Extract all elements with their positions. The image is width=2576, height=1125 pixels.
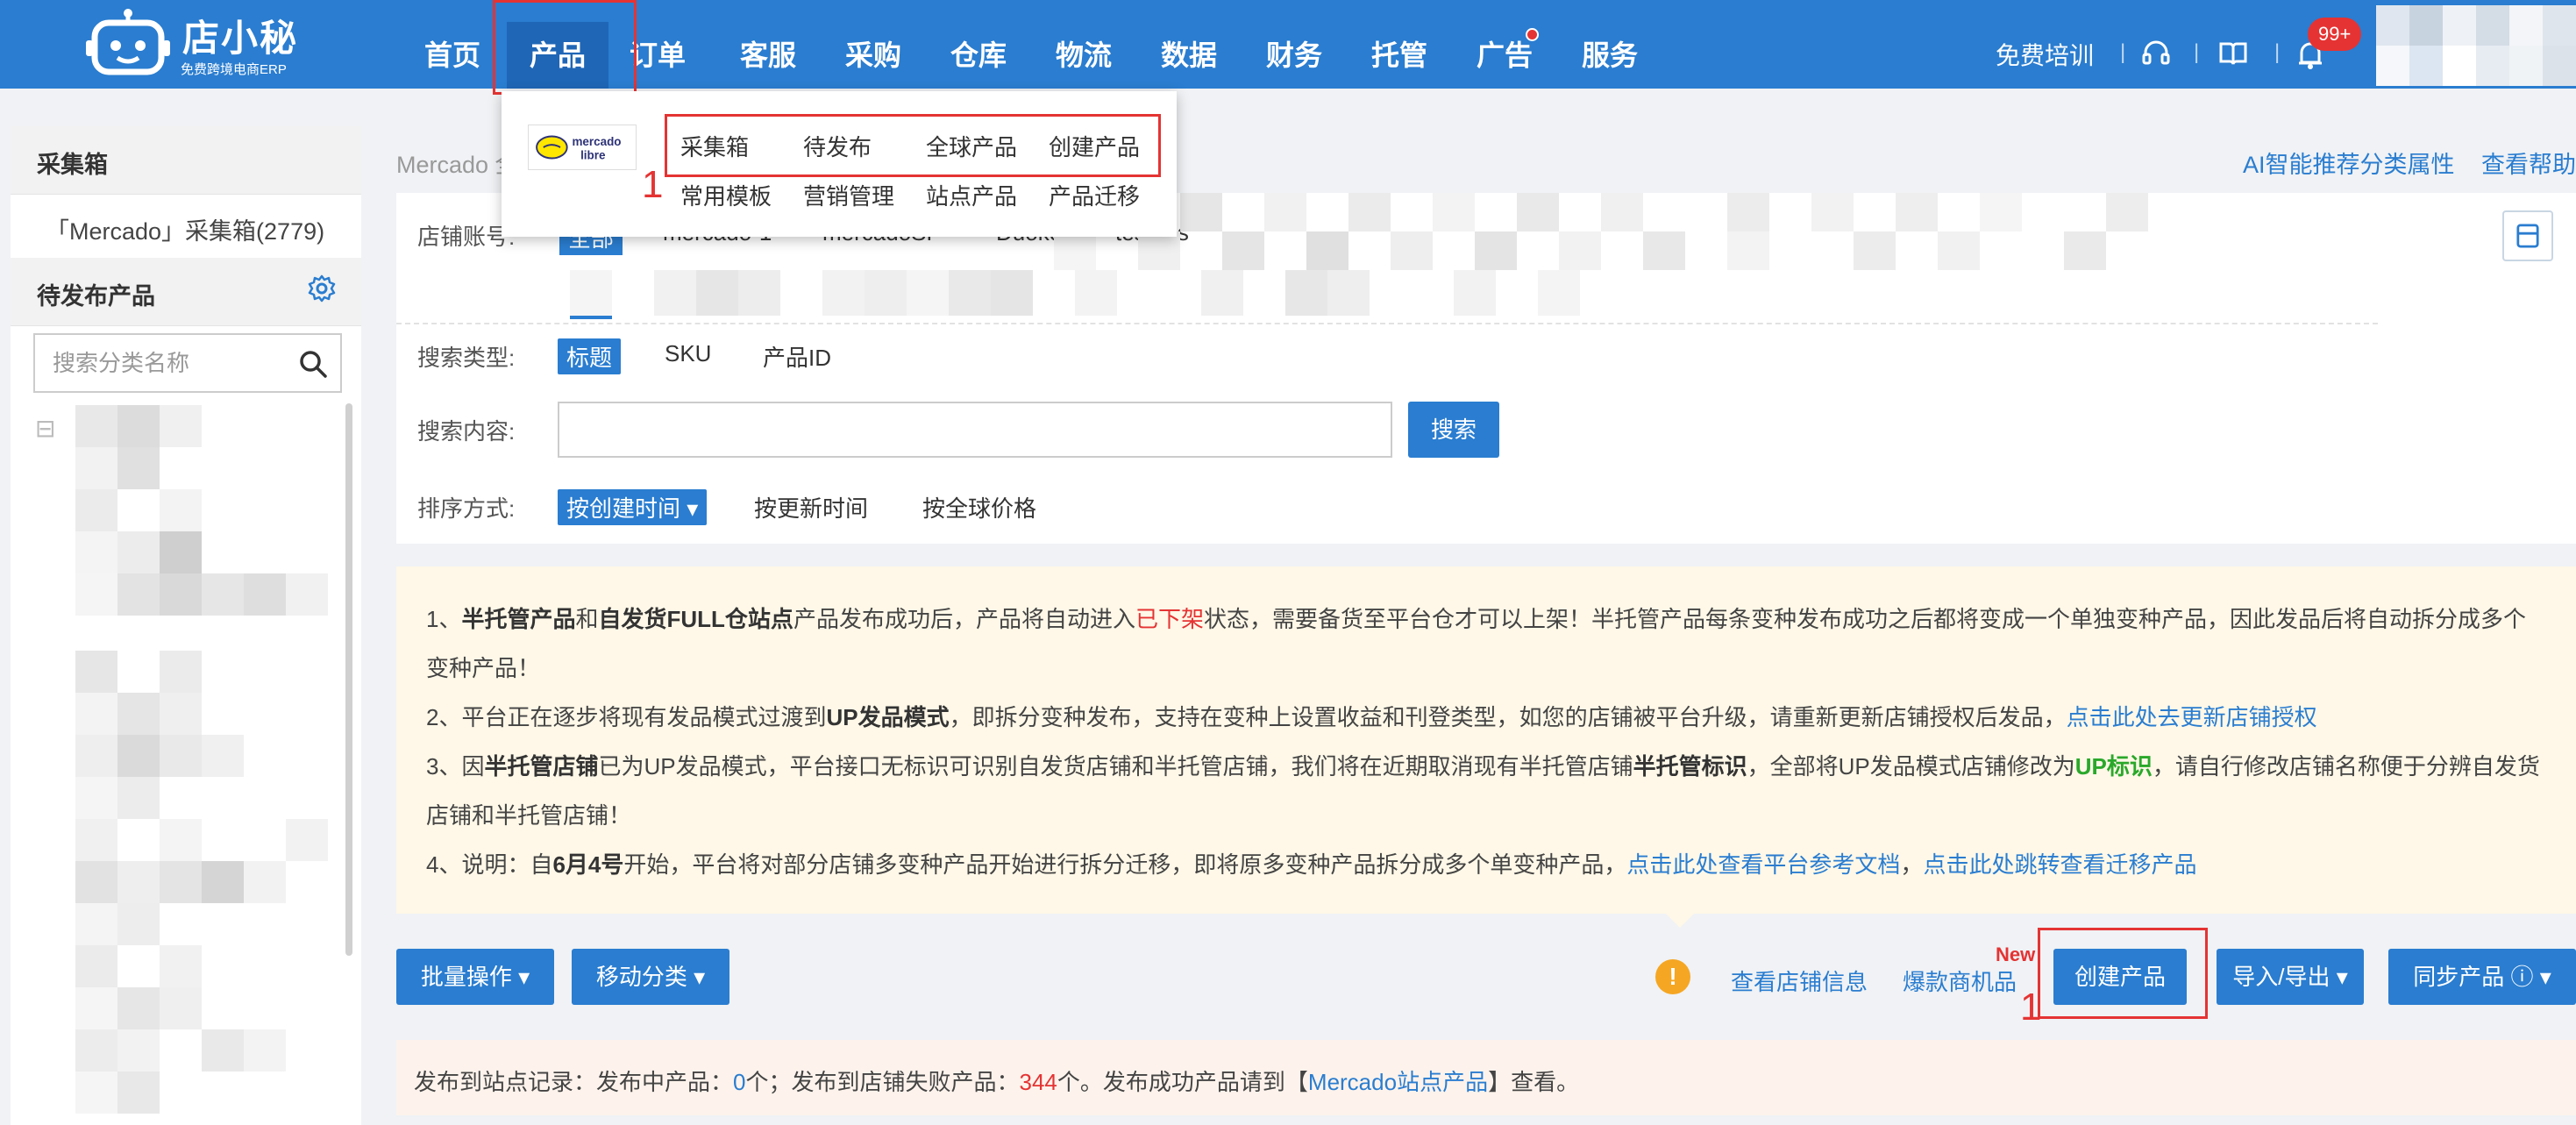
search-icon[interactable] [298, 349, 328, 379]
nav-orders[interactable]: 订单 [630, 33, 686, 74]
brand-name: 店小秘 [182, 18, 299, 59]
notice-line-2: 2、平台正在逐步将现有发品模式过渡到UP发品模式，即拆分变种发布，支持在变种上设… [426, 704, 2317, 730]
breadcrumb: Mercado 全 [396, 152, 519, 178]
menu-item-site-products[interactable]: 站点产品 [926, 179, 1017, 211]
failed-count[interactable]: 344 [1020, 1069, 1057, 1095]
svg-text:mercado: mercado [572, 135, 621, 148]
import-export-button[interactable]: 导入/导出 ▾ [2217, 949, 2364, 1005]
update-store-auth-link[interactable]: 点击此处去更新店铺授权 [2067, 704, 2317, 730]
help-link[interactable]: 查看帮助 [2481, 146, 2576, 180]
svg-text:libre: libre [580, 148, 606, 161]
highlight-box-create-product [2038, 928, 2208, 1019]
annotation-step-marker: 1 [642, 163, 664, 206]
nav-logistics[interactable]: 物流 [1056, 33, 1112, 74]
ads-notification-dot [1526, 28, 1539, 41]
notice-line-3: 3、因半托管店铺已为UP发品模式，平台接口无标识可识别自发货店铺和半托管店铺，我… [426, 753, 2540, 780]
menu-item-marketing[interactable]: 营销管理 [803, 179, 894, 211]
publishing-count[interactable]: 0 [733, 1069, 745, 1095]
left-sidebar: 采集箱 「Mercado」采集箱(2779) 待发布产品 ⊟ [11, 126, 361, 1125]
sort-label: 排序方式: [417, 495, 516, 522]
mercado-libre-logo[interactable]: mercado libre [528, 125, 637, 170]
brand-logo[interactable]: 店小秘 免费跨境电商ERP [86, 5, 305, 77]
menu-item-templates[interactable]: 常用模板 [680, 179, 772, 211]
search-type-sku[interactable]: SKU [656, 338, 720, 369]
gear-icon[interactable] [307, 274, 337, 303]
top-nav: 店小秘 免费跨境电商ERP 首页 产品 订单 客服 采购 仓库 物流 数据 财务… [0, 0, 2576, 89]
brand-subtitle: 免费跨境电商ERP [181, 62, 287, 77]
notice-line-1-cont: 变种产品！ [426, 655, 541, 681]
nav-hosting[interactable]: 托管 [1371, 33, 1427, 74]
migration-products-link[interactable]: 点击此处跳转查看迁移产品 [1923, 851, 2196, 878]
nav-data[interactable]: 数据 [1161, 33, 1217, 74]
menu-item-create-product[interactable]: 创建产品 [1049, 130, 1140, 162]
sort-by-global-price[interactable]: 按全球价格 [914, 489, 1045, 525]
search-content-input[interactable] [558, 402, 1392, 458]
menu-item-collect-box[interactable]: 采集箱 [680, 130, 749, 162]
nav-purchase[interactable]: 采购 [845, 33, 901, 74]
nav-separator: | [2274, 40, 2281, 64]
nav-services[interactable]: 服务 [1582, 33, 1638, 74]
highlight-box-nav-product [493, 0, 637, 95]
category-search-box [33, 333, 342, 393]
menu-item-pending-publish[interactable]: 待发布 [803, 130, 872, 162]
batch-operations-button[interactable]: 批量操作 ▾ [396, 949, 554, 1005]
headset-icon[interactable] [2141, 39, 2171, 68]
store-panel-icon[interactable] [2502, 210, 2553, 261]
sidebar-section-header: 采集箱 [11, 126, 361, 195]
mercado-site-products-link[interactable]: Mercado站点产品 [1308, 1069, 1488, 1095]
sidebar-section-title: 待发布产品 [37, 283, 155, 310]
search-button[interactable]: 搜索 [1408, 402, 1499, 458]
publish-status-text: 发布到站点记录：发布中产品：0个；发布到店铺失败产品：344个。发布成功产品请到… [414, 1069, 1580, 1095]
search-type-title[interactable]: 标题 [558, 338, 622, 374]
sidebar-section-title: 采集箱 [37, 152, 108, 178]
notice-line-1: 1、半托管产品和自发货FULL仓站点产品发布成功后，产品将自动进入已下架状态，需… [426, 606, 2526, 632]
store-account-label: 店铺账号: [417, 224, 516, 250]
sync-products-button[interactable]: 同步产品 ⓘ ▾ [2388, 949, 2576, 1005]
nav-finance[interactable]: 财务 [1266, 33, 1322, 74]
notice-panel: 1、半托管产品和自发货FULL仓站点产品发布成功后，产品将自动进入已下架状态，需… [396, 566, 2576, 914]
warning-icon[interactable]: ! [1655, 959, 1690, 994]
search-type-product-id[interactable]: 产品ID [754, 338, 840, 374]
hot-products-link[interactable]: 爆款商机品 [1903, 965, 2017, 997]
nav-home[interactable]: 首页 [424, 33, 480, 74]
nav-ads[interactable]: 广告 [1477, 33, 1533, 74]
user-avatar[interactable] [2376, 5, 2576, 86]
annotation-step-marker: 1 [2020, 986, 2042, 1029]
search-content-label: 搜索内容: [417, 418, 516, 445]
search-type-label: 搜索类型: [417, 345, 516, 371]
category-search-input[interactable] [53, 335, 281, 391]
ai-category-recommend-link[interactable]: AI智能推荐分类属性 [2243, 146, 2455, 180]
publish-status-bar: 发布到站点记录：发布中产品：0个；发布到店铺失败产品：344个。发布成功产品请到… [396, 1040, 2576, 1115]
notice-line-3-cont: 店铺和半托管店铺！ [426, 802, 632, 829]
sort-by-created[interactable]: 按创建时间 ▾ [558, 489, 708, 525]
nav-customer-service[interactable]: 客服 [740, 33, 796, 74]
new-badge: New [1996, 943, 2036, 965]
move-category-button[interactable]: 移动分类 ▾ [572, 949, 729, 1005]
view-store-info-link[interactable]: 查看店铺信息 [1731, 965, 1868, 997]
notice-pointer [1664, 912, 1696, 928]
product-menu-dropdown: mercado libre 1 采集箱 待发布 全球产品 创建产品 常用模板 营… [502, 91, 1177, 237]
sidebar-scrollbar[interactable] [345, 403, 352, 956]
category-tree-blurred [58, 405, 347, 1124]
nav-separator: | [2120, 40, 2126, 64]
robot-logo-icon [86, 9, 170, 75]
menu-item-product-migration[interactable]: 产品迁移 [1049, 179, 1140, 211]
menu-item-global-products[interactable]: 全球产品 [926, 130, 1017, 162]
filter-panel: 店铺账号: 全部 mercado-1 mercadoSP Duoke test_… [396, 193, 2576, 544]
platform-doc-link[interactable]: 点击此处查看平台参考文档 [1626, 851, 1900, 878]
free-training-link[interactable]: 免费培训 [1996, 37, 2094, 72]
book-icon[interactable] [2218, 40, 2248, 67]
nav-warehouse[interactable]: 仓库 [950, 33, 1007, 74]
nav-separator: | [2194, 40, 2200, 64]
sidebar-item-collect-box[interactable]: 「Mercado」采集箱(2779) [46, 212, 324, 246]
tree-collapse-icon[interactable]: ⊟ [35, 414, 55, 443]
notice-line-4: 4、说明：自6月4号开始，平台将对部分店铺多变种产品开始进行拆分迁移，即将原多变… [426, 851, 2197, 878]
sort-by-updated[interactable]: 按更新时间 [745, 489, 877, 525]
divider [396, 323, 2378, 324]
notification-badge: 99+ [2308, 18, 2362, 51]
